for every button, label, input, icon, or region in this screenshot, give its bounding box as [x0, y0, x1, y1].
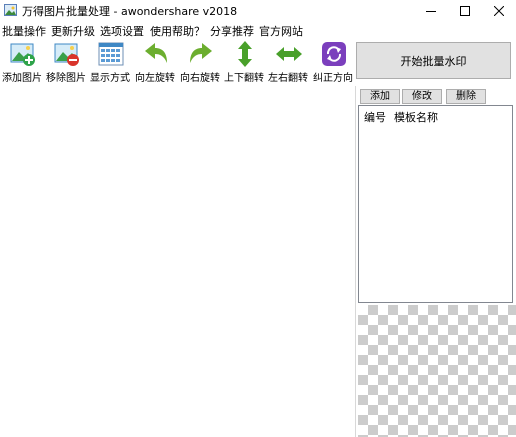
remove-image-label: 移除图片 — [46, 73, 86, 84]
correct-orientation-icon — [322, 42, 346, 66]
minimize-button[interactable] — [414, 0, 448, 21]
rotate-left-button[interactable]: 向左旋转 — [133, 38, 177, 85]
flip-vertical-label: 上下翻转 — [224, 73, 264, 84]
maximize-button[interactable] — [448, 0, 482, 21]
correct-orientation-label: 纠正方向 — [313, 73, 353, 84]
menu-options[interactable]: 选项设置 — [100, 23, 144, 39]
correct-orientation-button[interactable]: 纠正方向 — [311, 38, 355, 85]
window-title: 万得图片批量处理 - awondershare v2018 — [22, 5, 238, 18]
remove-image-button[interactable]: 移除图片 — [44, 38, 88, 85]
display-mode-label: 显示方式 — [90, 73, 130, 84]
maximize-icon — [460, 5, 470, 16]
close-icon — [494, 5, 504, 16]
add-image-icon — [10, 43, 35, 66]
watermark-preview — [358, 305, 516, 437]
menu-share[interactable]: 分享推荐 — [210, 23, 254, 39]
close-button[interactable] — [482, 0, 516, 21]
menu-help[interactable]: 使用帮助？ — [150, 23, 205, 39]
rotate-right-label: 向右旋转 — [180, 73, 220, 84]
rotate-right-button[interactable]: 向右旋转 — [178, 38, 222, 85]
flip-horizontal-button[interactable]: 左右翻转 — [266, 38, 310, 85]
flip-vertical-icon — [238, 41, 252, 67]
menu-website[interactable]: 官方网站 — [259, 23, 303, 39]
remove-image-icon — [54, 43, 79, 66]
rotate-left-icon — [145, 43, 167, 63]
panel-divider — [355, 86, 356, 437]
title-bar: 万得图片批量处理 - awondershare v2018 — [0, 0, 516, 21]
template-add-button[interactable]: 添加 — [360, 89, 400, 104]
image-list-area[interactable] — [0, 86, 355, 437]
display-mode-button[interactable]: 显示方式 — [88, 38, 132, 85]
minimize-icon — [426, 10, 436, 12]
rotate-left-label: 向左旋转 — [135, 73, 175, 84]
toolbar: 添加图片 移除图片 显示方式 向左旋转 向右旋转 上下翻转 左右翻转 纠正方向 — [0, 38, 356, 85]
app-icon — [4, 4, 17, 16]
menu-batch-operations[interactable]: 批量操作 — [2, 23, 46, 39]
template-edit-button[interactable]: 修改 — [402, 89, 442, 104]
column-header-template-name[interactable]: 模板名称 — [394, 109, 438, 125]
menu-bar: 批量操作 更新升级 选项设置 使用帮助？ 分享推荐 官方网站 — [0, 21, 516, 38]
flip-horizontal-icon — [276, 47, 302, 61]
display-mode-icon — [98, 42, 124, 66]
template-delete-button[interactable]: 删除 — [446, 89, 486, 104]
add-image-button[interactable]: 添加图片 — [0, 38, 44, 85]
start-batch-watermark-button[interactable]: 开始批量水印 — [356, 42, 511, 79]
menu-update[interactable]: 更新升级 — [51, 23, 95, 39]
column-header-number[interactable]: 编号 — [364, 109, 386, 125]
rotate-right-icon — [190, 43, 212, 63]
template-list[interactable]: 编号 模板名称 — [358, 105, 513, 303]
flip-vertical-button[interactable]: 上下翻转 — [222, 38, 266, 85]
add-image-label: 添加图片 — [2, 73, 42, 84]
flip-horizontal-label: 左右翻转 — [268, 73, 308, 84]
